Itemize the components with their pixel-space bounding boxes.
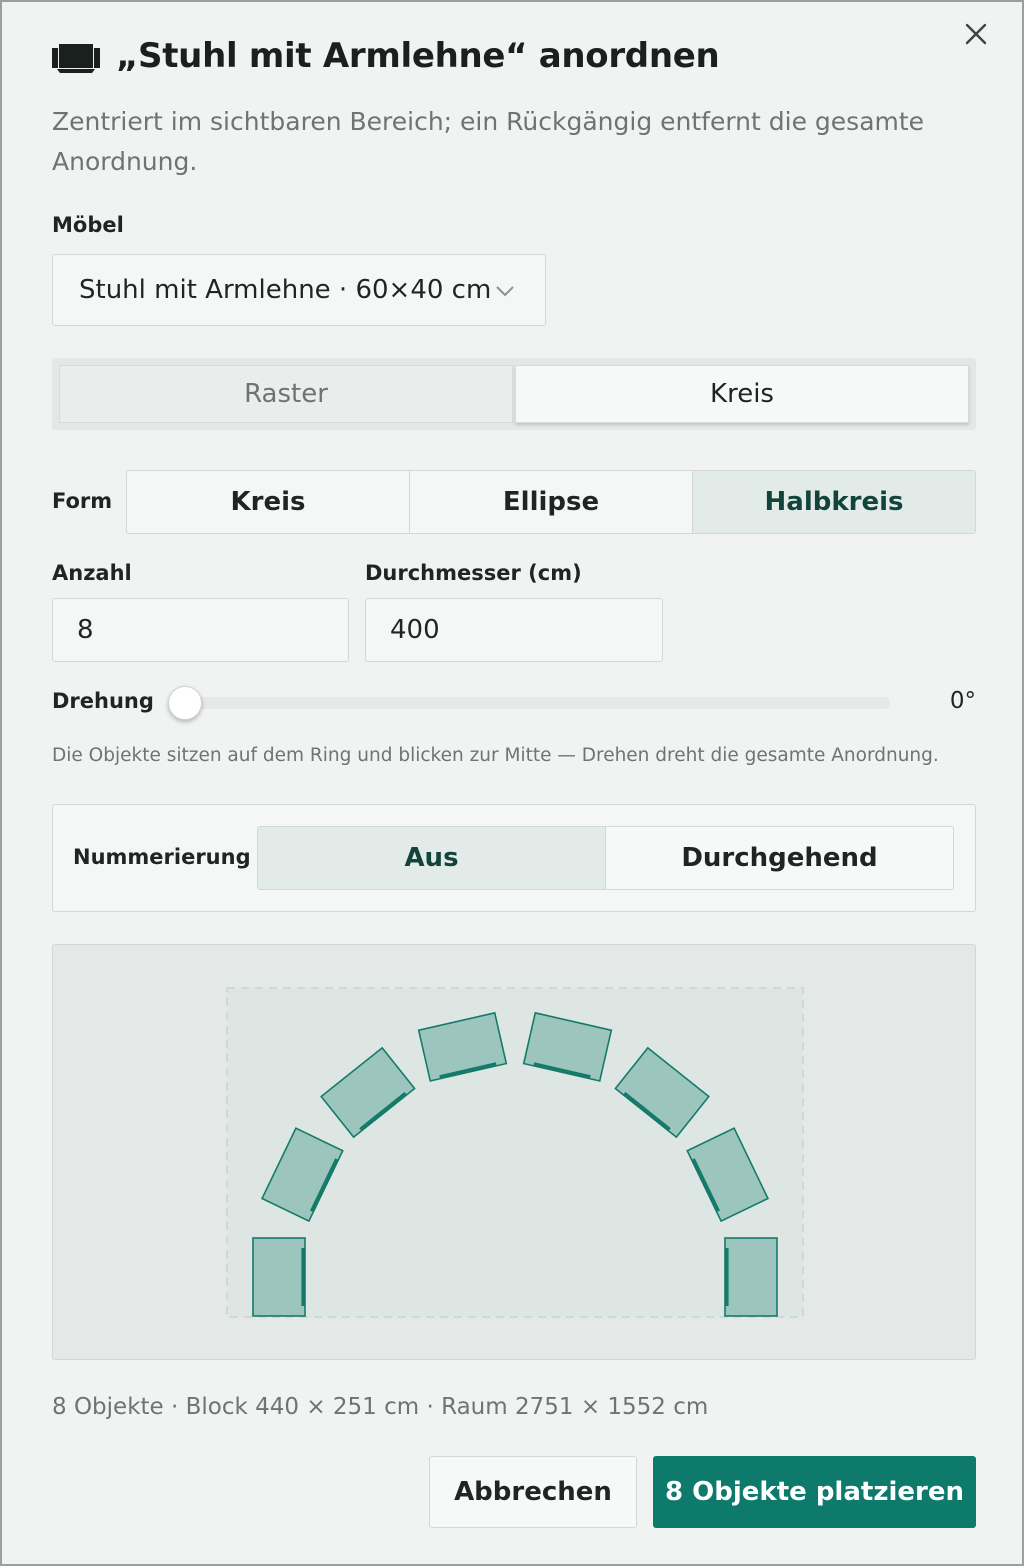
sofa-icon bbox=[52, 44, 100, 73]
chair-body bbox=[724, 1237, 778, 1317]
furniture-label: Möbel bbox=[52, 213, 124, 237]
form-segmented-control: Kreis Ellipse Halbkreis bbox=[126, 470, 976, 534]
rotation-value: 0° bbox=[949, 688, 976, 714]
rotation-slider-track[interactable] bbox=[182, 697, 890, 709]
numbering-label: Nummerierung bbox=[73, 845, 251, 869]
chevron-down-icon bbox=[496, 286, 514, 297]
preview-canvas bbox=[226, 987, 804, 1318]
count-input[interactable]: 8 bbox=[52, 598, 349, 662]
chair-1 bbox=[252, 1237, 306, 1317]
arrangement-summary: 8 Objekte · Block 440 × 251 cm · Raum 27… bbox=[52, 1394, 709, 1420]
form-option-kreis[interactable]: Kreis bbox=[127, 471, 410, 533]
rotation-label: Drehung bbox=[52, 689, 154, 713]
arrangement-preview bbox=[52, 944, 976, 1360]
numbering-option-durchgehend[interactable]: Durchgehend bbox=[606, 827, 953, 889]
form-option-halbkreis[interactable]: Halbkreis bbox=[693, 471, 975, 533]
arrange-dialog: „Stuhl mit Armlehne“ anordnen Zentriert … bbox=[0, 0, 1024, 1566]
diameter-label: Durchmesser (cm) bbox=[365, 561, 582, 585]
chair-8 bbox=[724, 1237, 778, 1317]
numbering-option-aus[interactable]: Aus bbox=[258, 827, 606, 889]
count-label: Anzahl bbox=[52, 561, 132, 585]
mode-tab-kreis[interactable]: Kreis bbox=[515, 365, 969, 423]
place-objects-button[interactable]: 8 Objekte platzieren bbox=[653, 1456, 976, 1528]
mode-tab-raster[interactable]: Raster bbox=[59, 365, 513, 423]
numbering-segmented-control: Aus Durchgehend bbox=[257, 826, 954, 890]
numbering-panel: Nummerierung Aus Durchgehend bbox=[52, 804, 976, 912]
dialog-title: „Stuhl mit Armlehne“ anordnen bbox=[116, 36, 720, 76]
diameter-input[interactable]: 400 bbox=[365, 598, 663, 662]
furniture-select[interactable]: Stuhl mit Armlehne · 60×40 cm bbox=[52, 254, 546, 326]
close-icon[interactable] bbox=[960, 18, 992, 50]
cancel-button[interactable]: Abbrechen bbox=[429, 1456, 637, 1528]
furniture-select-value: Stuhl mit Armlehne · 60×40 cm bbox=[79, 275, 492, 305]
form-option-ellipse[interactable]: Ellipse bbox=[410, 471, 693, 533]
rotation-slider-thumb[interactable] bbox=[168, 686, 202, 720]
ring-hint: Die Objekte sitzen auf dem Ring und blic… bbox=[52, 745, 939, 766]
mode-switch: Raster Kreis bbox=[52, 358, 976, 430]
chair-body bbox=[252, 1237, 306, 1317]
form-label: Form bbox=[52, 489, 113, 513]
dialog-subtitle: Zentriert im sichtbaren Bereich; ein Rüc… bbox=[52, 107, 925, 176]
